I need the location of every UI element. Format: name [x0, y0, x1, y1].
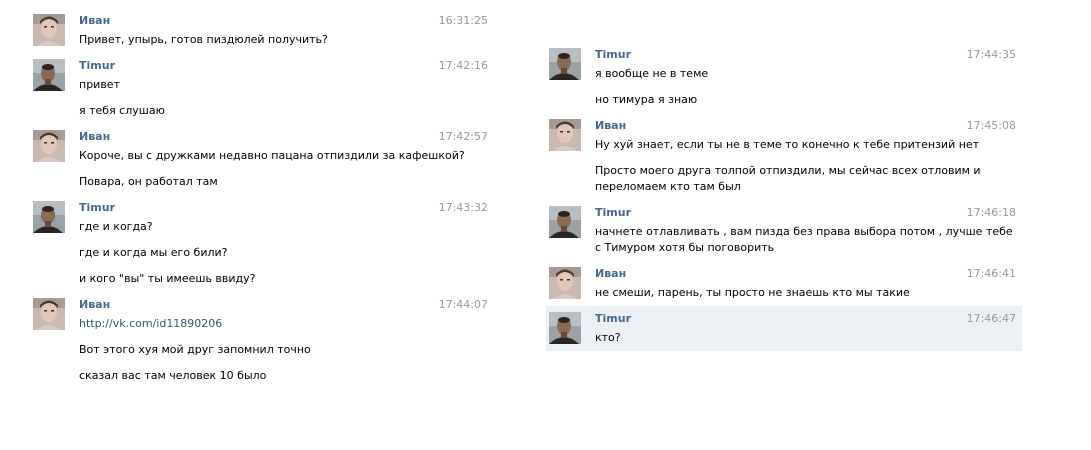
message-body: Timur 17:46:47 кто?: [595, 311, 1016, 346]
message-body: Иван 16:31:25 Привет, упырь, готов пиздюле…: [79, 13, 488, 48]
message-timestamp[interactable]: 17:45:08: [967, 118, 1016, 134]
message-text: привет: [79, 78, 120, 91]
message-header: Timur 17:44:35: [595, 47, 1016, 63]
author-name-link[interactable]: Иван: [79, 14, 110, 27]
message-timestamp[interactable]: 17:46:18: [967, 205, 1016, 221]
message-text: Привет, упырь, готов пиздюлей получить?: [79, 33, 328, 46]
message-column-left: Иван 16:31:25 Привет, упырь, готов пиздюле…: [30, 8, 494, 389]
message-text: где и когда?: [79, 220, 153, 233]
message-body: Иван 17:42:57 Короче, вы с дружками недавн…: [79, 129, 488, 190]
avatar[interactable]: [549, 48, 581, 80]
message-header: Timur 17:42:16: [79, 58, 488, 74]
avatar[interactable]: [549, 119, 581, 151]
message-text: и кого "вы" ты имеешь ввиду?: [79, 272, 256, 285]
message-text: Вот этого хуя мой друг запомнил точно: [79, 343, 311, 356]
message-body: Иван 17:45:08 Ну хуй знает, если ты не в т…: [595, 118, 1016, 195]
message-header: Timur 17:46:18: [595, 205, 1016, 221]
message-text: начнете отлавливать , вам пизда без прав…: [595, 225, 1017, 254]
author-name-link[interactable]: Timur: [79, 201, 115, 214]
message-timestamp[interactable]: 17:42:16: [439, 58, 488, 74]
message: Иван 17:46:41 не смеши, парень, ты просто …: [546, 261, 1022, 306]
message: Иван 17:44:07 http://vk.com/id11890206 Вот …: [30, 292, 494, 389]
message: Timur 17:44:35 я вообще не в теме но тимура…: [546, 42, 1022, 113]
message-header: Timur 17:46:47: [595, 311, 1016, 327]
message-text: Просто моего друга толпой отпиздили, мы …: [595, 164, 985, 193]
message-text: Ну хуй знает, если ты не в теме то конеч…: [595, 138, 980, 151]
message-timestamp[interactable]: 17:46:41: [967, 266, 1016, 282]
message-body: Timur 17:42:16 привет я тебя слушаю: [79, 58, 488, 119]
author-name-link[interactable]: Timur: [595, 206, 631, 219]
author-name-link[interactable]: Timur: [79, 59, 115, 72]
message-text: я вообще не в теме: [595, 67, 709, 80]
avatar[interactable]: [33, 298, 65, 330]
message-text: сказал вас там человек 10 было: [79, 369, 267, 382]
message-timestamp[interactable]: 17:42:57: [439, 129, 488, 145]
message-text: Повара, он работал там: [79, 175, 218, 188]
author-name-link[interactable]: Иван: [595, 267, 626, 280]
message-timestamp[interactable]: 16:31:25: [439, 13, 488, 29]
message-column-right: Timur 17:44:35 я вообще не в теме но тимура…: [546, 42, 1022, 351]
author-name-link[interactable]: Иван: [79, 298, 110, 311]
message-header: Иван 17:46:41: [595, 266, 1016, 282]
profile-link[interactable]: http://vk.com/id11890206: [79, 317, 222, 330]
message: Иван 17:45:08 Ну хуй знает, если ты не в т…: [546, 113, 1022, 200]
message-text: Короче, вы с дружками недавно пацана отп…: [79, 149, 465, 162]
message-text: я тебя слушаю: [79, 104, 165, 117]
message: Иван 17:42:57 Короче, вы с дружками недавн…: [30, 124, 494, 195]
message: Timur 17:42:16 привет я тебя слушаю: [30, 53, 494, 124]
message-link-line: http://vk.com/id11890206: [79, 316, 488, 332]
avatar[interactable]: [549, 267, 581, 299]
avatar[interactable]: [33, 14, 65, 46]
message: Timur 17:46:47 кто?: [546, 306, 1022, 351]
avatar[interactable]: [549, 206, 581, 238]
message-body: Иван 17:46:41 не смеши, парень, ты просто …: [595, 266, 1016, 301]
message-text: но тимура я знаю: [595, 93, 698, 106]
message: Timur 17:46:18 начнете отлавливать , вам п…: [546, 200, 1022, 261]
message-body: Timur 17:46:18 начнете отлавливать , вам п…: [595, 205, 1016, 256]
author-name-link[interactable]: Иван: [595, 119, 626, 132]
message-header: Timur 17:43:32: [79, 200, 488, 216]
author-name-link[interactable]: Иван: [79, 130, 110, 143]
message-header: Иван 16:31:25: [79, 13, 488, 29]
message-text: не смеши, парень, ты просто не знаешь кт…: [595, 286, 910, 299]
author-name-link[interactable]: Timur: [595, 48, 631, 61]
message-body: Timur 17:43:32 где и когда? где и когда мы …: [79, 200, 488, 287]
message-timestamp[interactable]: 17:43:32: [439, 200, 488, 216]
avatar[interactable]: [33, 201, 65, 233]
message-body: Timur 17:44:35 я вообще не в теме но тимура…: [595, 47, 1016, 108]
avatar[interactable]: [33, 130, 65, 162]
message-timestamp[interactable]: 17:44:35: [967, 47, 1016, 63]
avatar[interactable]: [549, 312, 581, 344]
message-header: Иван 17:44:07: [79, 297, 488, 313]
message-timestamp[interactable]: 17:46:47: [967, 311, 1016, 327]
message-text: кто?: [595, 331, 621, 344]
message-timestamp[interactable]: 17:44:07: [439, 297, 488, 313]
message-header: Иван 17:45:08: [595, 118, 1016, 134]
message: Timur 17:43:32 где и когда? где и когда мы …: [30, 195, 494, 292]
message-header: Иван 17:42:57: [79, 129, 488, 145]
message-text: где и когда мы его били?: [79, 246, 228, 259]
author-name-link[interactable]: Timur: [595, 312, 631, 325]
avatar[interactable]: [33, 59, 65, 91]
message: Иван 16:31:25 Привет, упырь, готов пиздюле…: [30, 8, 494, 53]
message-body: Иван 17:44:07 http://vk.com/id11890206 Вот …: [79, 297, 488, 384]
